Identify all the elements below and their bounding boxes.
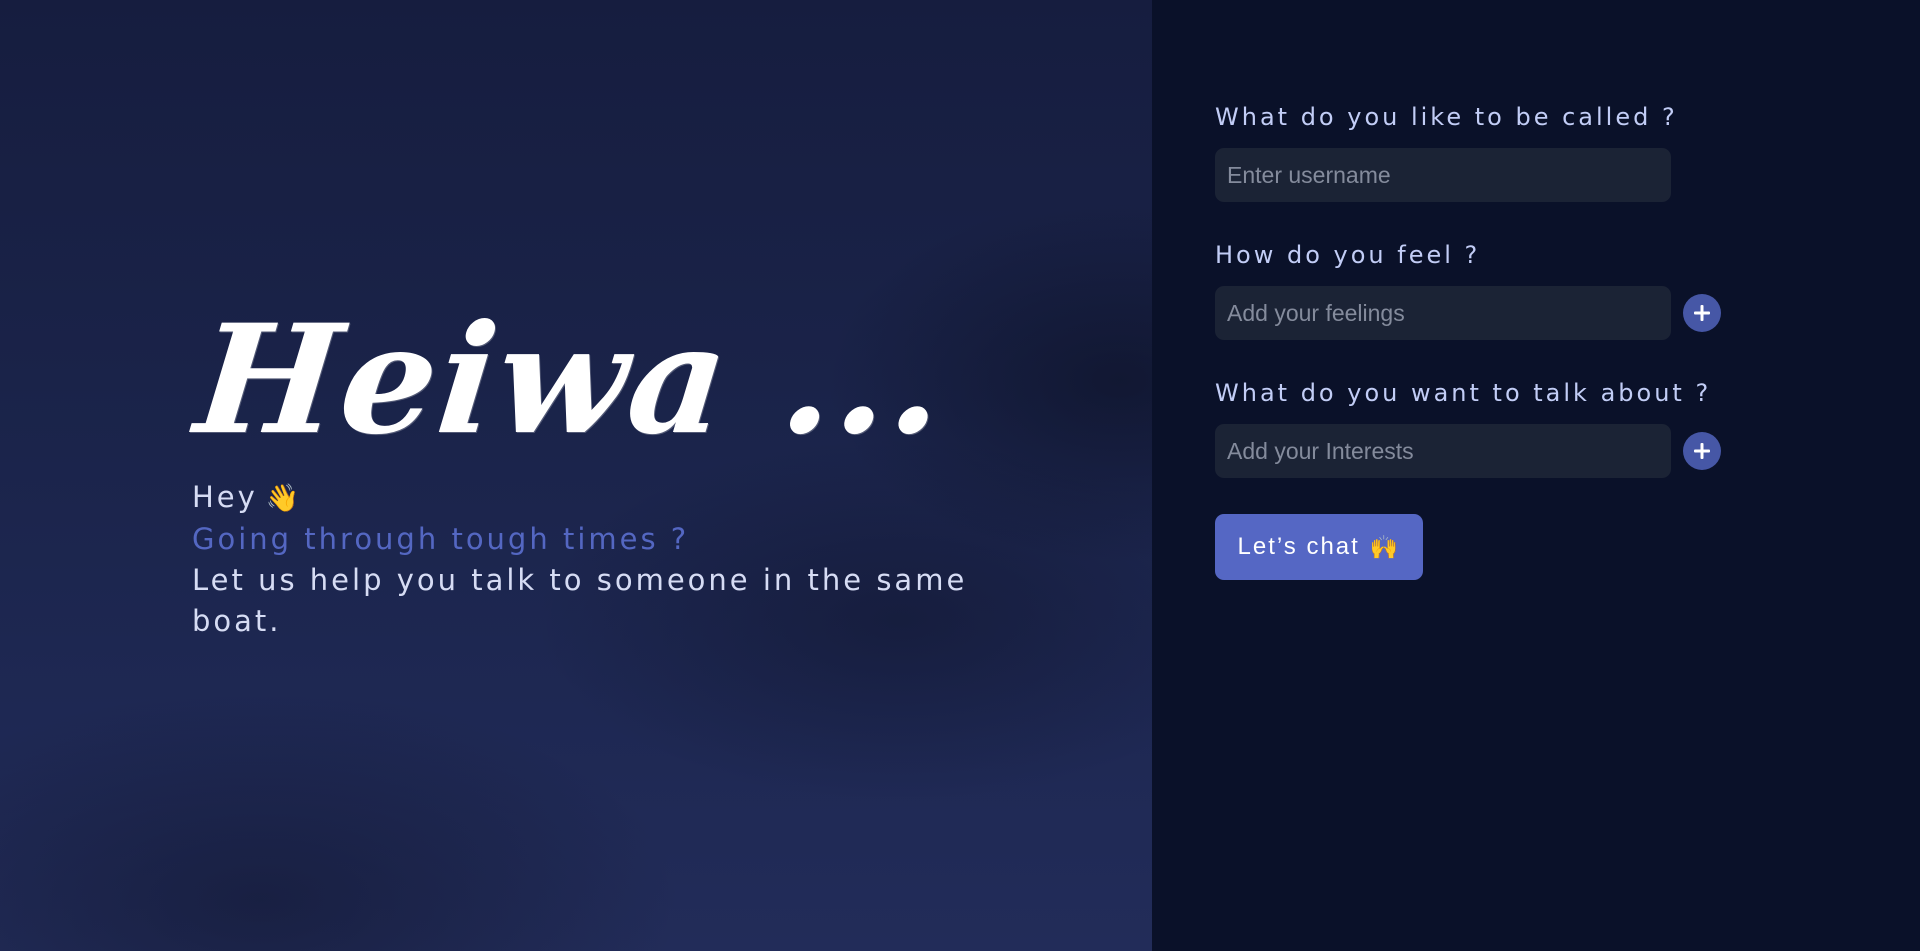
plus-icon [1694, 305, 1710, 321]
hero-content: Heiwa ... Hey 👋 Going through tough times… [189, 292, 972, 642]
add-interest-button[interactable] [1683, 432, 1721, 470]
hero-tagline: Hey 👋 Going through tough times ? Let us … [192, 477, 972, 642]
hero-question: Going through tough times ? [192, 522, 690, 556]
chat-setup-form: What do you like to be called ? How do y… [1215, 100, 1721, 580]
lets-chat-label: Let’s chat [1237, 533, 1360, 560]
username-label: What do you like to be called ? [1215, 103, 1678, 131]
raising-hands-icon: 🙌 [1369, 533, 1401, 560]
signup-panel: What do you like to be called ? How do y… [1152, 0, 1920, 951]
plus-icon [1694, 443, 1710, 459]
feelings-input[interactable] [1215, 286, 1671, 340]
greeting-line: Hey 👋 [192, 477, 972, 519]
waving-hand-icon: 👋 [265, 483, 303, 514]
interests-input[interactable] [1215, 424, 1671, 478]
hero-section: Heiwa ... Hey 👋 Going through tough times… [0, 0, 1152, 951]
interests-row [1215, 424, 1721, 478]
feelings-row [1215, 286, 1721, 340]
greeting-text: Hey [192, 480, 258, 514]
brand-logo-text: Heiwa ... [188, 292, 955, 468]
interests-label: What do you want to talk about ? [1215, 379, 1712, 407]
landing-page: Heiwa ... Hey 👋 Going through tough times… [0, 0, 1920, 951]
username-row [1215, 148, 1721, 202]
username-input[interactable] [1215, 148, 1671, 202]
feelings-field-group: How do you feel ? [1215, 238, 1721, 340]
hero-message: Let us help you talk to someone in the s… [192, 563, 968, 638]
interests-field-group: What do you want to talk about ? [1215, 376, 1721, 478]
feelings-label: How do you feel ? [1215, 241, 1481, 269]
lets-chat-button[interactable]: Let’s chat 🙌 [1215, 514, 1423, 580]
add-feeling-button[interactable] [1683, 294, 1721, 332]
username-field-group: What do you like to be called ? [1215, 100, 1721, 202]
